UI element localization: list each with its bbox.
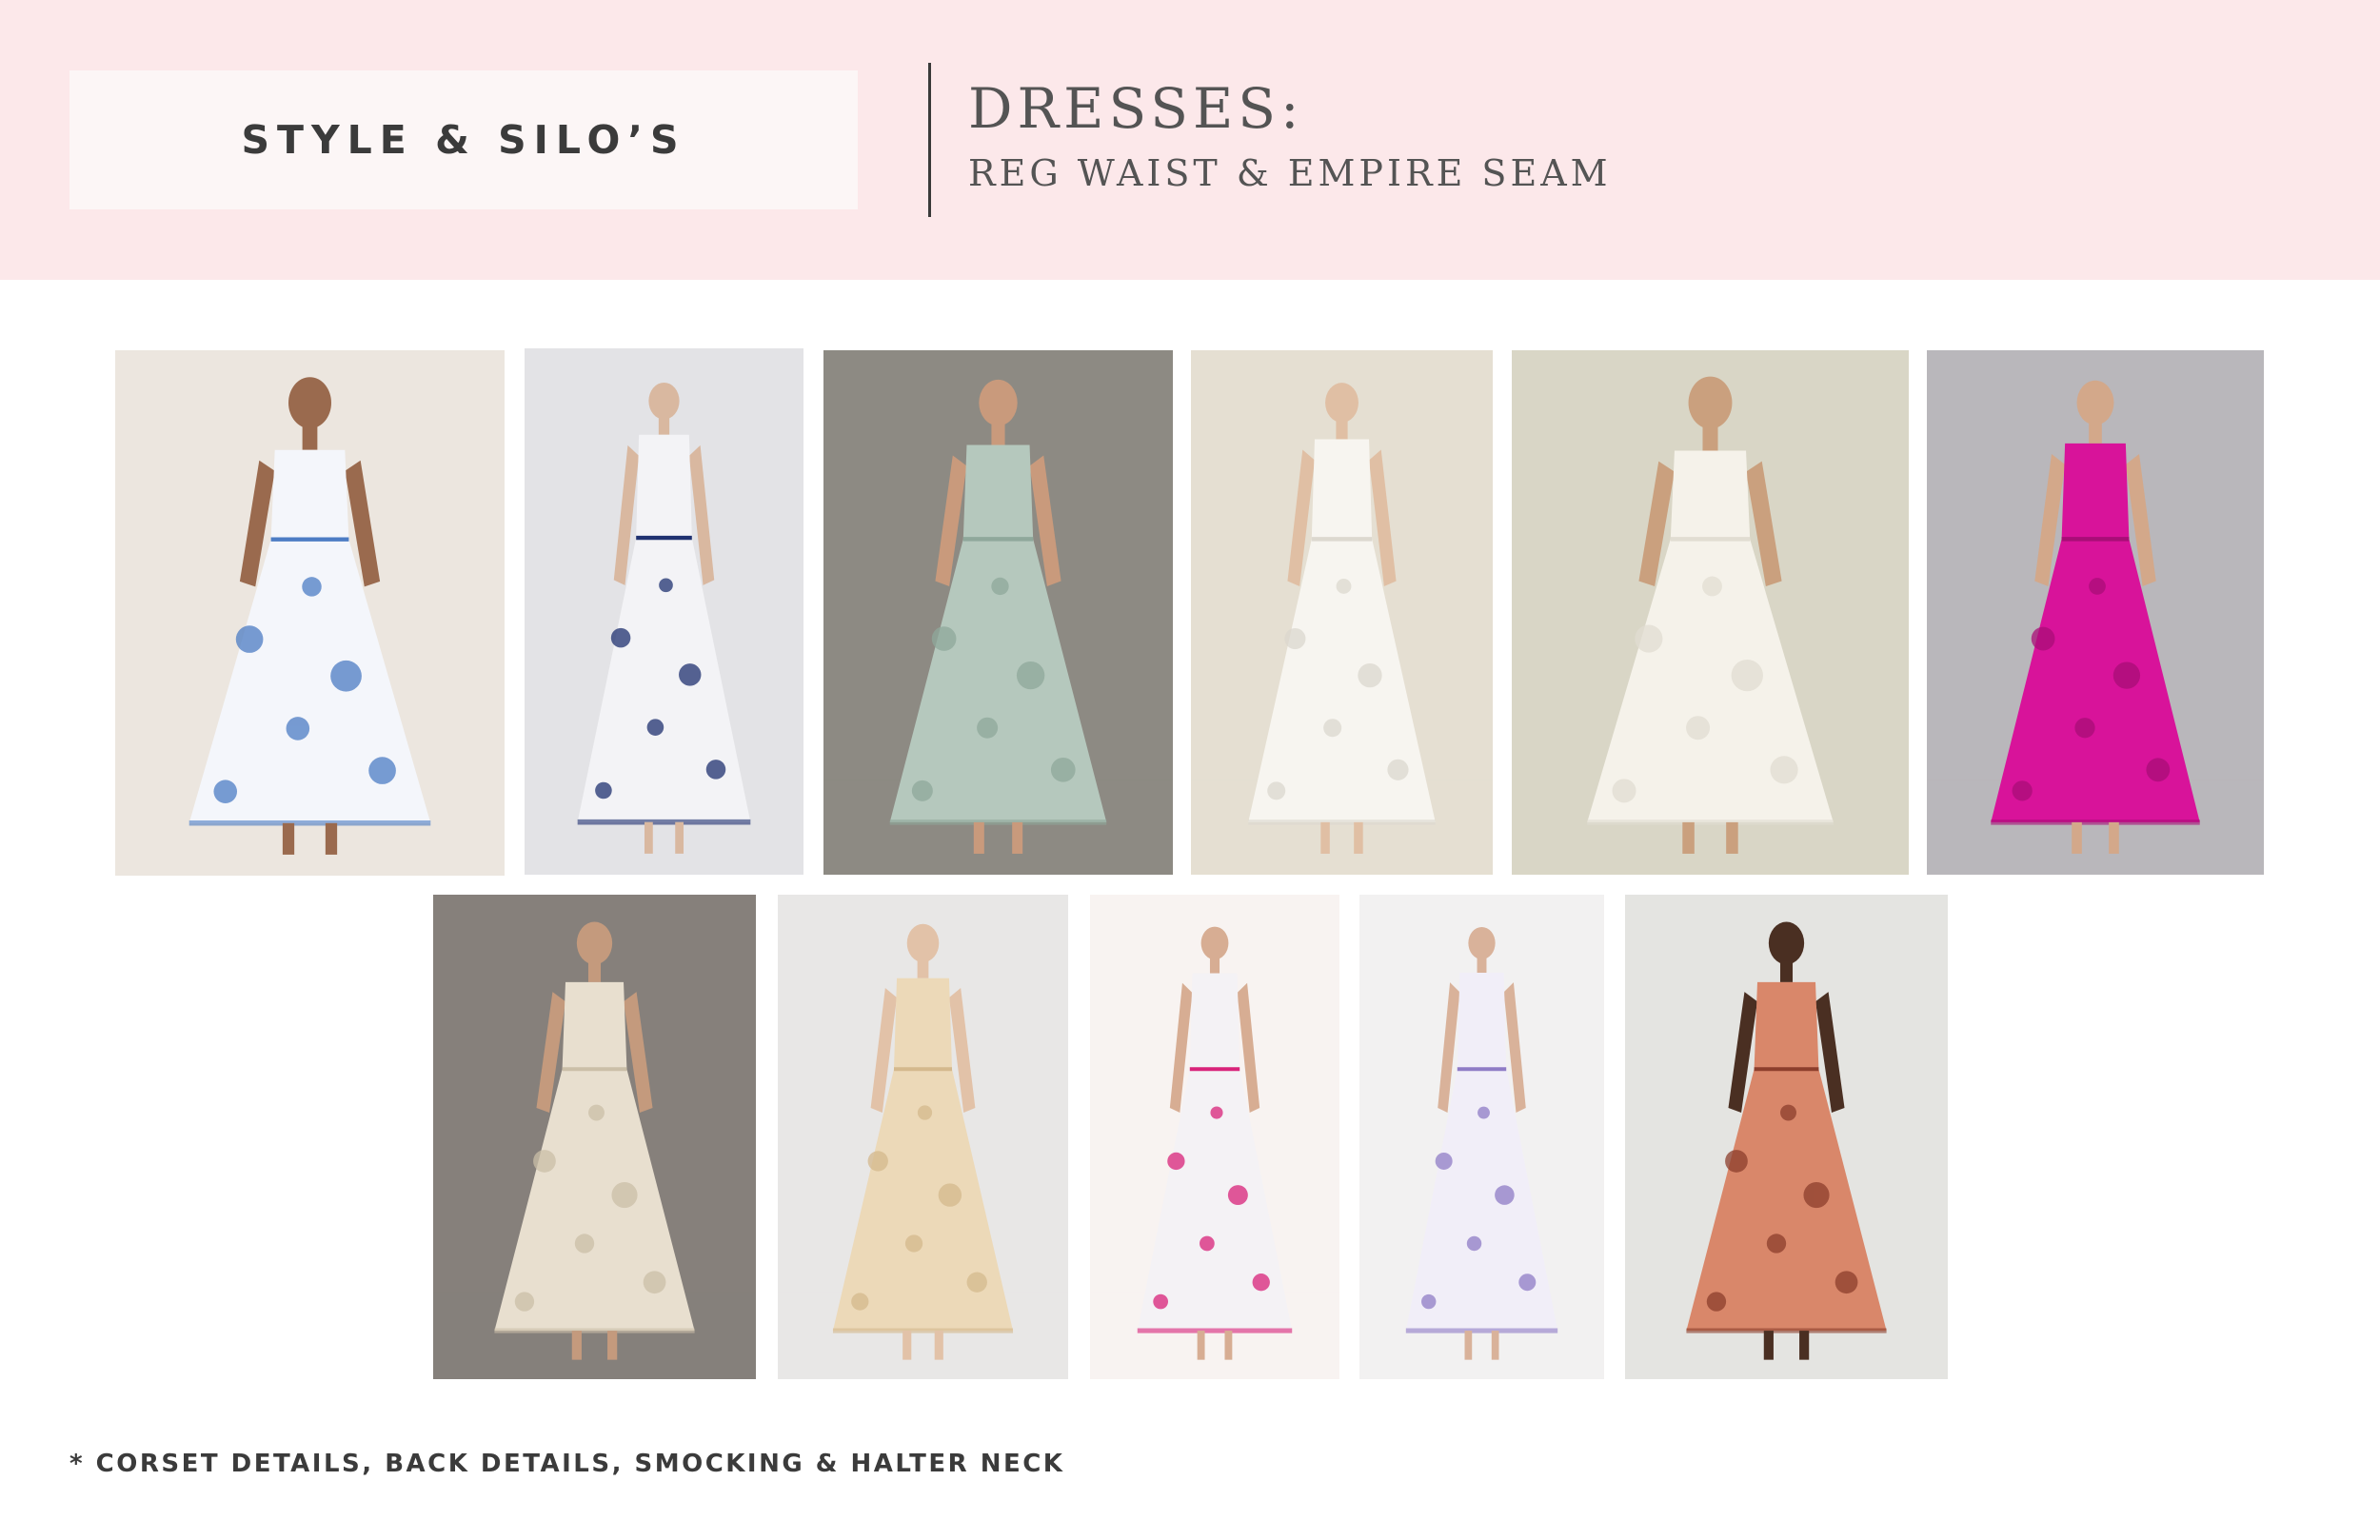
pink-floral-stripe-smocked-dress-photo xyxy=(1090,895,1339,1379)
white-eyelet-ruffle-strap-dress-photo xyxy=(1191,350,1493,875)
white-eyelet-open-back-dress-photo xyxy=(1512,350,1909,875)
footnote: * CORSET DETAILS, BACK DETAILS, SMOCKING… xyxy=(69,1450,1065,1478)
coral-print-off-shoulder-dress-photo xyxy=(1625,895,1948,1379)
lilac-floral-stripe-smocked-dress-photo xyxy=(1359,895,1604,1379)
cream-eyelet-pocket-dress-photo xyxy=(433,895,756,1379)
navy-floral-halter-tiered-dress-photo xyxy=(525,348,803,875)
blue-floral-halter-dress-photo xyxy=(115,350,505,876)
beige-floral-tiered-dress-photo xyxy=(778,895,1068,1379)
brand-title: STYLE & SILO’S xyxy=(241,117,686,163)
header-band: STYLE & SILO’S DRESSES: REG WAIST & EMPI… xyxy=(0,0,2380,280)
brand-title-box: STYLE & SILO’S xyxy=(69,70,858,209)
section-title: DRESSES: xyxy=(968,76,1304,141)
header-divider xyxy=(928,63,931,217)
magenta-midi-dress-photo xyxy=(1927,350,2264,875)
sage-green-eyelet-dress-photo xyxy=(823,350,1173,875)
section-subtitle: REG WAIST & EMPIRE SEAM xyxy=(968,152,1612,194)
